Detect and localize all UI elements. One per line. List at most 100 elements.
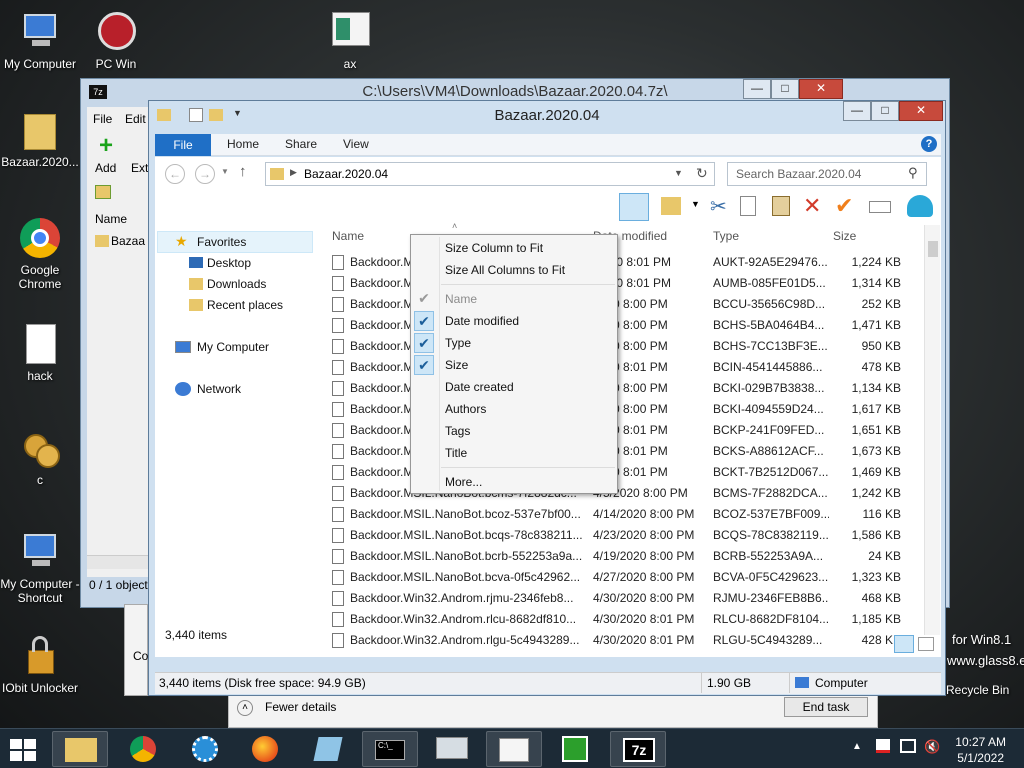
fewer-details-link[interactable]: Fewer details — [265, 700, 336, 714]
sevenzip-menu-file[interactable]: File — [93, 112, 112, 126]
menu-item-authors[interactable]: Authors — [411, 398, 617, 420]
table-row[interactable]: Backdoor.MSIL.NanoBot.bcva-0f5c42962... 4… — [330, 567, 928, 588]
sevenzip-item-name[interactable]: Bazaa — [111, 234, 145, 248]
sevenzip-minimize-button[interactable]: — — [743, 79, 771, 99]
menu-item-size-all-columns[interactable]: Size All Columns to Fit — [411, 259, 617, 281]
back-button[interactable]: ← — [165, 164, 185, 184]
desktop-icon-ax[interactable]: ax — [310, 10, 390, 71]
address-bar[interactable]: ▶ Bazaar.2020.04 ▼ ↻ — [265, 162, 715, 186]
address-dropdown-icon[interactable]: ▼ — [674, 168, 683, 178]
explorer-minimize-button[interactable]: — — [843, 101, 871, 121]
menu-item-tags[interactable]: Tags — [411, 420, 617, 442]
large-icons-view-button[interactable] — [918, 637, 934, 651]
cut-icon[interactable]: ✂ — [710, 194, 727, 219]
refresh-icon[interactable]: ↻ — [696, 165, 708, 182]
taskbar-7zip[interactable]: 7z — [610, 731, 666, 767]
taskbar-settings[interactable] — [178, 731, 234, 767]
nav-recent-places[interactable]: Recent places — [207, 298, 283, 312]
check-folder-icon[interactable] — [661, 197, 681, 215]
menu-item-title[interactable]: Title — [411, 442, 617, 464]
checkmark-icon[interactable]: ✔ — [835, 193, 853, 219]
desktop-icon-hack[interactable]: hack — [0, 322, 80, 383]
up-folder-icon[interactable] — [95, 185, 111, 199]
table-row[interactable]: Backdoor.MSIL.NanoBot.bcqs-78c838211... 4… — [330, 525, 928, 546]
menu-item-date-created[interactable]: Date created — [411, 376, 617, 398]
recent-locations-chevron-icon[interactable]: ▼ — [221, 167, 229, 176]
desktop-icon-iobit-unlocker[interactable]: IObit Unlocker — [0, 634, 80, 695]
menu-item-date-modified[interactable]: ✔ Date modified — [411, 310, 617, 332]
desktop-icon-my-computer-shortcut[interactable]: My Computer - Shortcut — [0, 530, 80, 605]
tab-view[interactable]: View — [343, 137, 369, 151]
delete-icon[interactable]: ✕ — [803, 193, 821, 219]
tray-chevron-icon[interactable]: ▲ — [852, 741, 862, 752]
volume-muted-icon[interactable]: 🔇 — [924, 739, 940, 755]
taskbar-monitor[interactable] — [424, 731, 480, 767]
network-tray-icon[interactable] — [900, 739, 916, 753]
column-size[interactable]: Size — [833, 229, 856, 243]
nav-favorites[interactable]: Favorites — [197, 235, 246, 249]
system-clock[interactable]: 10:27 AM 5/1/2022 — [955, 734, 1006, 766]
sevenzip-add-button[interactable]: Add — [95, 161, 116, 175]
desktop-icon-pc-win[interactable]: PC Win — [76, 10, 156, 71]
vertical-scrollbar[interactable] — [924, 225, 940, 635]
desktop-icon-my-computer[interactable]: My Computer — [0, 10, 80, 71]
taskbar-firefox[interactable] — [238, 731, 294, 767]
menu-item-more[interactable]: More... — [411, 471, 617, 493]
desktop-icon-google-chrome[interactable]: Google Chrome — [0, 216, 80, 291]
copy-icon[interactable] — [740, 196, 756, 216]
explorer-maximize-button[interactable]: □ — [871, 101, 899, 121]
tab-share[interactable]: Share — [285, 137, 317, 151]
scroll-thumb[interactable] — [928, 241, 938, 257]
forward-button[interactable]: → — [195, 164, 215, 184]
menu-item-size[interactable]: ✔ Size — [411, 354, 617, 376]
sevenzip-maximize-button[interactable]: □ — [771, 79, 799, 99]
table-row[interactable]: Backdoor.Win32.Androm.rlgu-5c4943289... 4… — [330, 630, 928, 651]
up-arrow-icon[interactable]: ↑ — [239, 163, 247, 180]
recycle-bin-label[interactable]: Recycle Bin — [946, 683, 1009, 697]
desktop-icon-bazaar-folder[interactable]: Bazaar.2020... — [0, 108, 80, 169]
search-icon[interactable]: ⚲ — [908, 165, 918, 181]
action-center-icon[interactable] — [876, 739, 890, 753]
sevenzip-hscrollbar[interactable] — [87, 555, 151, 569]
table-row[interactable]: Backdoor.Win32.Androm.rlcu-8682df810... 4… — [330, 609, 928, 630]
help-icon[interactable]: ? — [921, 136, 937, 152]
sevenzip-name-column[interactable]: Name — [95, 212, 127, 226]
taskbar-notepad[interactable] — [300, 731, 356, 767]
cell-name: Backdoor.MSIL.NanoBot.bcva-0f5c42962... — [350, 570, 581, 584]
column-name[interactable]: Name — [332, 229, 364, 243]
details-view-button[interactable] — [894, 635, 914, 653]
search-box[interactable]: Search Bazaar.2020.04 ⚲ — [727, 162, 927, 186]
desktop-icon-c[interactable]: c — [0, 426, 80, 487]
taskbar-taskmanager[interactable] — [486, 731, 542, 767]
tab-home[interactable]: Home — [227, 137, 259, 151]
taskbar-chrome[interactable] — [116, 731, 172, 767]
watermark-line1: for Win8.1 — [952, 632, 1012, 647]
table-row[interactable]: Backdoor.MSIL.NanoBot.bcoz-537e7bf00... 4… — [330, 504, 928, 525]
paste-icon[interactable] — [772, 196, 790, 216]
start-button[interactable] — [8, 735, 38, 763]
quick-toolbar: ▼ ✂ ✕ ✔ — [155, 191, 941, 225]
table-row[interactable]: Backdoor.Win32.Androm.rjmu-2346feb8... 4/… — [330, 588, 928, 609]
sevenzip-close-button[interactable]: ✕ — [799, 79, 843, 99]
column-type[interactable]: Type — [713, 229, 739, 243]
chevron-down-icon[interactable]: ▼ — [691, 199, 700, 209]
menu-item-type[interactable]: ✔ Type — [411, 332, 617, 354]
nav-network[interactable]: Network — [197, 382, 241, 396]
table-row[interactable]: Backdoor.MSIL.NanoBot.bcrb-552253a9a... 4… — [330, 546, 928, 567]
nav-desktop[interactable]: Desktop — [207, 256, 251, 270]
end-task-button[interactable]: End task — [784, 697, 868, 717]
menu-item-size-column-to-fit[interactable]: Size Column to Fit — [411, 237, 617, 259]
taskbar-cmd[interactable]: C:\_ — [362, 731, 418, 767]
nav-downloads[interactable]: Downloads — [207, 277, 266, 291]
end-task-label: End task — [802, 700, 850, 714]
rename-icon[interactable] — [869, 201, 891, 213]
taskbar-store[interactable] — [548, 731, 604, 767]
search-input[interactable]: Search Bazaar.2020.04 — [736, 167, 861, 181]
shell-icon[interactable] — [907, 195, 933, 217]
nav-my-computer[interactable]: My Computer — [197, 340, 269, 354]
taskbar-explorer[interactable] — [52, 731, 108, 767]
preview-pane-button[interactable] — [619, 193, 649, 221]
sevenzip-menu-edit[interactable]: Edit — [125, 112, 146, 126]
explorer-close-button[interactable]: ✕ — [899, 101, 943, 121]
tab-file[interactable]: File — [155, 134, 211, 156]
